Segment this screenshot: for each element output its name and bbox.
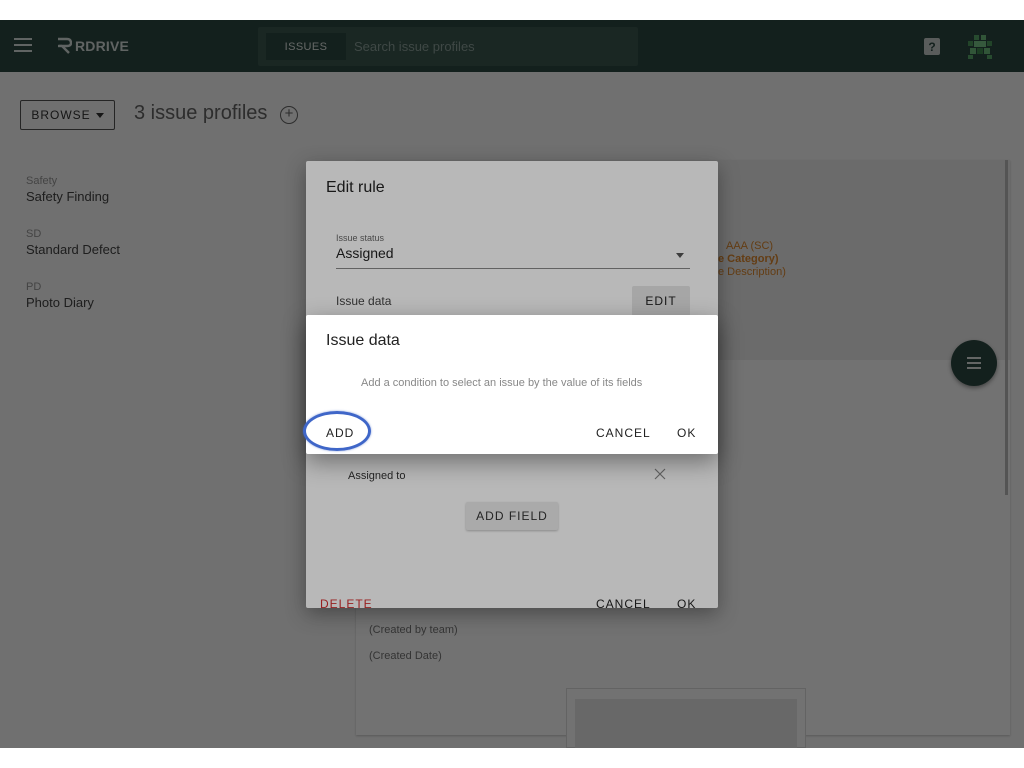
dialog-title: Issue data: [326, 332, 400, 349]
add-condition-button[interactable]: ADD: [326, 426, 354, 440]
dialog-description: Add a condition to select an issue by th…: [361, 377, 643, 389]
ok-button[interactable]: OK: [677, 426, 696, 440]
app-window: RDRIVE ISSUES ? BROWSE 3 issue profiles …: [0, 20, 1024, 748]
cancel-button[interactable]: CANCEL: [596, 426, 651, 440]
issue-data-dialog: Issue data Add a condition to select an …: [303, 315, 718, 454]
